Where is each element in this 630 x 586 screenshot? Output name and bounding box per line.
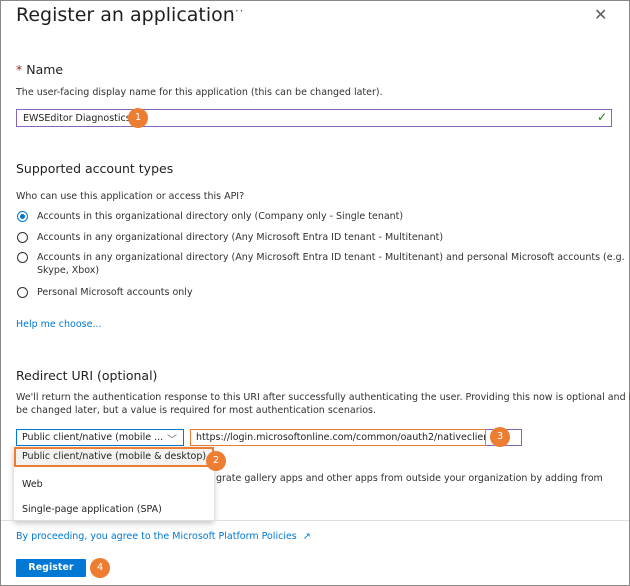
name-description: The user-facing display name for this ap… — [16, 87, 383, 98]
chevron-down-icon: ﹀ — [167, 435, 177, 446]
close-icon[interactable]: ✕ — [594, 5, 607, 24]
platform-policies-link[interactable]: By proceeding, you agree to the Microsof… — [16, 531, 311, 542]
name-input-value: EWSEditor Diagnostics — [23, 113, 131, 124]
more-options-button[interactable]: ··· — [230, 4, 244, 18]
name-label: * Name — [16, 62, 63, 77]
platform-option-spa[interactable]: Single-page application (SPA) — [14, 504, 214, 515]
platform-select[interactable]: Public client/native (mobile ... ﹀ — [16, 429, 184, 446]
redirect-uri-value: https://login.microsoftonline.com/common… — [196, 432, 486, 443]
account-types-question: Who can use this application or access t… — [16, 191, 245, 202]
radio-selected[interactable] — [17, 211, 28, 222]
footer-divider — [1, 520, 629, 521]
account-option-label: Accounts in any organizational directory… — [37, 232, 444, 243]
platform-policies-text: By proceeding, you agree to the Microsof… — [16, 531, 297, 542]
radio-unselected[interactable] — [17, 232, 28, 243]
redirect-description-line2: be changed later, but a value is require… — [16, 405, 377, 416]
radio-unselected[interactable] — [17, 287, 28, 298]
radio-unselected[interactable] — [17, 252, 28, 263]
name-input[interactable]: EWSEditor Diagnostics ✓ — [16, 109, 612, 127]
redirect-uri-input[interactable]: https://login.microsoftonline.com/common… — [190, 429, 486, 446]
name-label-text: Name — [26, 62, 64, 77]
account-option-label-continued: Skype, Xbox) — [37, 265, 100, 276]
platform-option-public-client[interactable]: Public client/native (mobile & desktop) — [14, 447, 214, 467]
redirect-description-line1: We'll return the authentication response… — [16, 392, 630, 403]
redirect-heading: Redirect URI (optional) — [16, 368, 158, 383]
checkmark-icon: ✓ — [596, 110, 607, 124]
page-title: Register an application — [16, 4, 235, 26]
account-option-label: Accounts in this organizational director… — [37, 211, 404, 222]
register-button[interactable]: Register — [16, 559, 86, 577]
partially-hidden-description: grate gallery apps and other apps from o… — [216, 473, 603, 484]
account-option-label: Accounts in any organizational directory… — [37, 252, 625, 263]
callout-badge-2: 2 — [206, 451, 226, 471]
platform-dropdown-menu: Public client/native (mobile & desktop) … — [14, 447, 214, 521]
callout-badge-3: 3 — [490, 427, 510, 447]
callout-badge-4: 4 — [90, 558, 110, 578]
callout-badge-1: 1 — [128, 108, 148, 128]
platform-option-web[interactable]: Web — [14, 479, 214, 490]
account-types-heading: Supported account types — [16, 161, 174, 176]
required-mark: * — [16, 62, 23, 77]
help-me-choose-link[interactable]: Help me choose... — [16, 319, 102, 330]
platform-select-value: Public client/native (mobile ... — [22, 432, 164, 443]
account-option-label: Personal Microsoft accounts only — [37, 287, 193, 298]
external-link-icon: ↗ — [302, 531, 311, 542]
